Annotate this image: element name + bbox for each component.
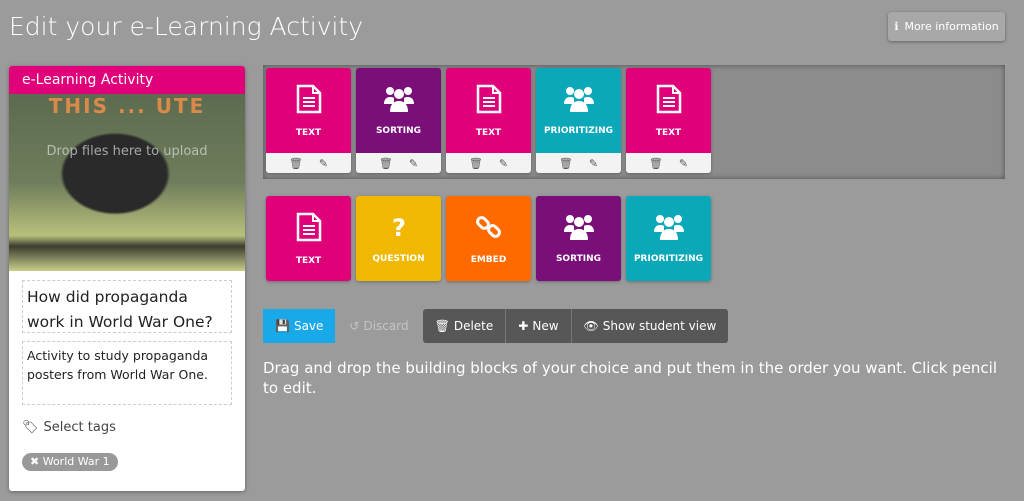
activity_blocks-block-sorting[interactable]: SORTING 🗑 ✎ — [356, 68, 441, 173]
discard-button[interactable]: ↺ Discard — [335, 309, 423, 343]
block-face: TEXT — [266, 68, 351, 153]
select-tags[interactable]: 🏷 Select tags — [22, 420, 116, 435]
block-face: TEXT — [446, 68, 531, 153]
more-information-button[interactable]: ℹ More information — [888, 12, 1005, 41]
pencil-icon[interactable]: ✎ — [499, 157, 508, 170]
block-actions: 🗑 ✎ — [536, 153, 621, 173]
poster-lettering: THIS ... UTE — [48, 94, 206, 118]
new-button[interactable]: ✚ New — [506, 309, 572, 343]
block-actions: 🗑 ✎ — [266, 153, 351, 173]
eye-icon: 👁 — [583, 319, 599, 333]
block-label: SORTING — [375, 125, 422, 136]
block-face: TEXT — [626, 68, 711, 153]
svg-text:?: ? — [392, 214, 406, 240]
pencil-icon[interactable]: ✎ — [679, 157, 688, 170]
plus-icon: ✚ — [518, 319, 529, 333]
select-tags-label: Select tags — [43, 420, 116, 435]
document-icon — [656, 84, 682, 118]
activity-image-dropzone[interactable]: THIS ... UTE Drop files here to upload — [9, 94, 245, 271]
activity_blocks-block-text[interactable]: TEXT 🗑 ✎ — [446, 68, 531, 173]
activity-card: e-Learning Activity THIS ... UTE Drop fi… — [9, 66, 245, 491]
palette_blocks-block-embed[interactable]: EMBED — [446, 196, 531, 281]
block-actions: 🗑 ✎ — [356, 153, 441, 173]
tags-icon: 🏷 — [22, 420, 39, 435]
activity-description-input[interactable]: Activity to study propaganda posters fro… — [22, 341, 232, 405]
delete-label: Delete — [453, 319, 494, 333]
document-icon — [296, 212, 322, 246]
trash-icon[interactable]: 🗑 — [649, 157, 663, 170]
palette_blocks-block-sorting[interactable]: SORTING — [536, 196, 621, 281]
block-face: EMBED — [446, 196, 531, 281]
delete-button[interactable]: 🗑 Delete — [422, 309, 507, 343]
users-icon — [563, 86, 594, 116]
floppy-icon: 💾 — [275, 319, 290, 333]
block-face: TEXT — [266, 196, 351, 281]
trash-icon[interactable]: 🗑 — [379, 157, 393, 170]
block-label: PRIORITIZING — [543, 125, 614, 136]
trash-icon[interactable]: 🗑 — [289, 157, 303, 170]
block-label: TEXT — [295, 255, 322, 266]
page-title: Edit your e-Learning Activity — [9, 12, 364, 41]
activity_blocks-block-prioritizing[interactable]: PRIORITIZING 🗑 ✎ — [536, 68, 621, 173]
block-face: ? QUESTION — [356, 196, 441, 281]
block-label: EMBED — [470, 254, 507, 265]
trash-icon: 🗑 — [434, 319, 450, 333]
link-icon — [475, 213, 503, 245]
activity_blocks-block-text[interactable]: TEXT 🗑 ✎ — [626, 68, 711, 173]
block-label: PRIORITIZING — [633, 253, 704, 264]
question-mark-icon: ? — [389, 214, 409, 244]
undo-icon: ↺ — [349, 319, 360, 333]
pencil-icon[interactable]: ✎ — [319, 157, 328, 170]
tag-label: World War 1 — [42, 455, 110, 468]
block-face: PRIORITIZING — [536, 68, 621, 153]
new-label: New — [532, 319, 559, 333]
users-icon — [653, 214, 684, 244]
drop-files-hint: Drop files here to upload — [46, 144, 208, 159]
palette_blocks-block-prioritizing[interactable]: PRIORITIZING — [626, 196, 711, 281]
card-header: e-Learning Activity — [9, 66, 245, 94]
block-label: TEXT — [655, 127, 682, 138]
palette_blocks-block-text[interactable]: TEXT — [266, 196, 351, 281]
users-icon — [383, 86, 414, 116]
more-information-label: More information — [904, 20, 999, 33]
users-icon — [563, 214, 594, 244]
activity-title-input[interactable]: How did propaganda work in World War One… — [22, 280, 232, 333]
block-face: PRIORITIZING — [626, 196, 711, 281]
block-face: SORTING — [536, 196, 621, 281]
block-face: SORTING — [356, 68, 441, 153]
save-label: Save — [293, 319, 324, 333]
block-label: TEXT — [295, 127, 322, 138]
palette_blocks-block-question[interactable]: ? QUESTION — [356, 196, 441, 281]
tag-pill[interactable]: ✖ World War 1 — [22, 453, 118, 471]
document-icon — [476, 84, 502, 118]
pencil-icon[interactable]: ✎ — [589, 157, 598, 170]
trash-icon[interactable]: 🗑 — [469, 157, 483, 170]
block-label: TEXT — [475, 127, 502, 138]
document-icon — [296, 84, 322, 118]
save-button[interactable]: 💾 Save — [263, 309, 336, 343]
discard-label: Discard — [363, 319, 409, 333]
show-student-view-button[interactable]: 👁 Show student view — [571, 309, 729, 343]
activity_blocks-block-text[interactable]: TEXT 🗑 ✎ — [266, 68, 351, 173]
block-actions: 🗑 ✎ — [446, 153, 531, 173]
info-icon: ℹ — [894, 20, 899, 33]
block-actions: 🗑 ✎ — [626, 153, 711, 173]
block-label: QUESTION — [372, 253, 425, 264]
instructions-text: Drag and drop the building blocks of you… — [263, 359, 998, 397]
pencil-icon[interactable]: ✎ — [409, 157, 418, 170]
block-label: SORTING — [555, 253, 602, 264]
trash-icon[interactable]: 🗑 — [559, 157, 573, 170]
show-student-view-label: Show student view — [602, 319, 717, 333]
action-toolbar: 💾 Save ↺ Discard 🗑 Delete ✚ New 👁 Show studen… — [263, 309, 729, 343]
